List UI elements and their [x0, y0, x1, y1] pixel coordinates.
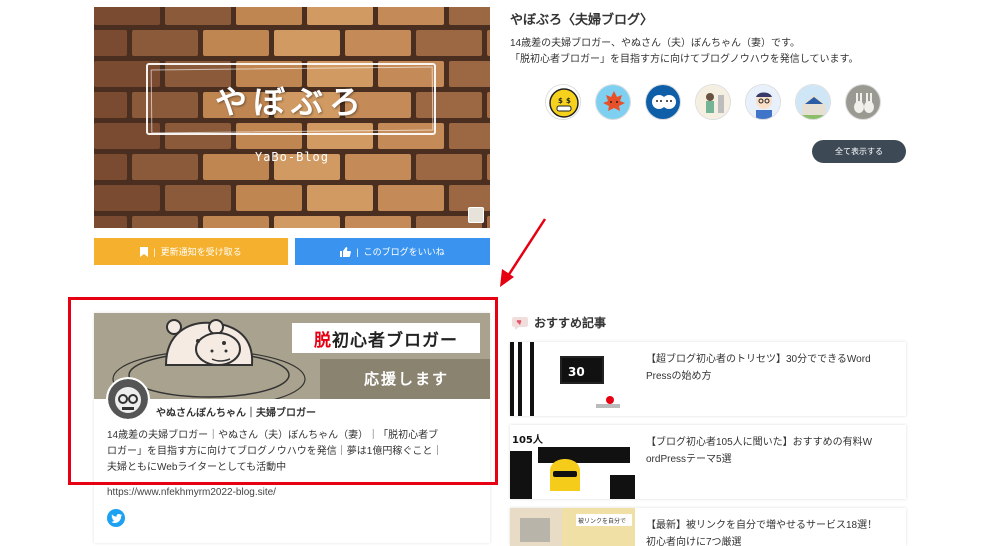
brick [165, 7, 231, 25]
brick [345, 216, 411, 228]
blog-cover-image[interactable]: やぼぶろ YaBo-Blog [94, 7, 490, 228]
article-3-thumbnail: 被リンクを自分で [510, 508, 635, 546]
brick [94, 7, 160, 25]
article-1-title: 【超ブログ初心者のトリセツ】30分でできるWord Pressの始め方 [646, 351, 900, 385]
brick [274, 216, 340, 228]
brick [345, 30, 411, 56]
blog-name[interactable]: やぼぶろ〈夫婦ブログ〉 [510, 9, 653, 28]
thumbs-up-icon [340, 246, 352, 257]
maple-leaf-avatar[interactable] [595, 84, 631, 120]
brick [274, 30, 340, 56]
brick [416, 30, 482, 56]
article-3-title-line1: 【最新】被リンクを自分で増やせるサービス18選！ [646, 520, 878, 531]
cover-corner-icon [468, 207, 484, 223]
brick [236, 185, 302, 211]
follow-button[interactable]: | 更新通知を受け取る [94, 238, 288, 265]
brick [449, 123, 490, 149]
like-button[interactable]: | このブログをいいね [295, 238, 490, 265]
svg-text:$: $ [566, 97, 571, 105]
recommended-article-3[interactable]: 被リンクを自分で 【最新】被リンクを自分で増やせるサービス18選！ 初心者向けに… [510, 508, 906, 546]
recommended-article-1[interactable]: 30 【超ブログ初心者のトリセツ】30分でできるWord Pressの始め方 [510, 342, 906, 416]
rabbits-avatar[interactable] [845, 84, 881, 120]
brick [487, 92, 490, 118]
glasses-man-avatar[interactable] [745, 84, 781, 120]
cover-title: やぼぶろ [214, 83, 367, 121]
article-2-thumbnail: 105人 [510, 425, 635, 499]
blog-description-line2: 「脱初心者ブロガー」を目指す方に向けてブログノウハウを発信しています。 [510, 54, 859, 65]
brick [449, 7, 490, 25]
profile-url-link[interactable]: https://www.nfekhmyrm2022-blog.site/ [107, 487, 276, 498]
brick [94, 92, 127, 118]
article-1-thumbnail-text: 30 [568, 365, 585, 379]
red-arrow-annotation [500, 218, 547, 287]
article-3-title: 【最新】被リンクを自分で増やせるサービス18選！ 初心者向けに7つ厳選 [646, 517, 900, 546]
recommended-title: おすすめ記事 [534, 316, 607, 330]
article-1-title-line2: Pressの始め方 [646, 371, 712, 382]
heart-bubble-icon [512, 316, 528, 330]
article-3-title-line2: 初心者向けに7つ厳選 [646, 537, 742, 546]
brick [449, 61, 490, 87]
brick [378, 7, 444, 25]
brick [165, 185, 231, 211]
brick [94, 30, 127, 56]
article-2-thumbnail-text: 105人 [512, 433, 544, 446]
article-1-title-line1: 【超ブログ初心者のトリセツ】30分でできるWord [646, 354, 871, 365]
cover-subtitle: YaBo-Blog [254, 150, 330, 164]
highlight-box-annotation [68, 297, 498, 485]
article-2-title-line1: 【ブログ初心者105人に聞いた】おすすめの有料W [646, 437, 873, 448]
like-divider: | [356, 246, 359, 257]
person-illustration-avatar[interactable] [695, 84, 731, 120]
blog-description-line1: 14歳差の夫婦ブロガー、やぬさん（夫）ぼんちゃん（妻）です。 [510, 38, 801, 49]
member-avatars: $ $ [545, 84, 881, 120]
article-3-thumbnail-text: 被リンクを自分で [578, 517, 626, 525]
brick [307, 7, 373, 25]
house-solar-avatar[interactable] [795, 84, 831, 120]
svg-text:$: $ [558, 97, 563, 105]
follow-divider: | [153, 246, 156, 257]
article-1-thumbnail: 30 [510, 342, 635, 416]
brick [203, 30, 269, 56]
brick [94, 216, 127, 228]
brick [94, 185, 160, 211]
like-label: このブログをいいね [363, 247, 445, 257]
blog-description: 14歳差の夫婦ブロガー、やぬさん（夫）ぼんちゃん（妻）です。 「脱初心者ブロガー… [510, 36, 910, 68]
recommended-article-2[interactable]: 105人 【ブログ初心者105人に聞いた】おすすめの有料W ordPressテー… [510, 425, 906, 499]
brick [236, 7, 302, 25]
brick [132, 30, 198, 56]
show-all-button[interactable]: 全て表示する [812, 140, 906, 163]
recommended-heading: おすすめ記事 [512, 314, 606, 331]
brick [203, 216, 269, 228]
money-face-avatar[interactable]: $ $ [545, 84, 581, 120]
article-2-title-line2: ordPressテーマ5選 [646, 454, 732, 465]
couple-avatar[interactable] [645, 84, 681, 120]
brick [487, 30, 490, 56]
brick [307, 185, 373, 211]
bookmark-icon [140, 246, 149, 257]
article-2-title: 【ブログ初心者105人に聞いた】おすすめの有料W ordPressテーマ5選 [646, 434, 900, 468]
twitter-icon[interactable] [107, 509, 125, 527]
brick [378, 185, 444, 211]
brick [132, 216, 198, 228]
follow-label: 更新通知を受け取る [160, 247, 242, 257]
